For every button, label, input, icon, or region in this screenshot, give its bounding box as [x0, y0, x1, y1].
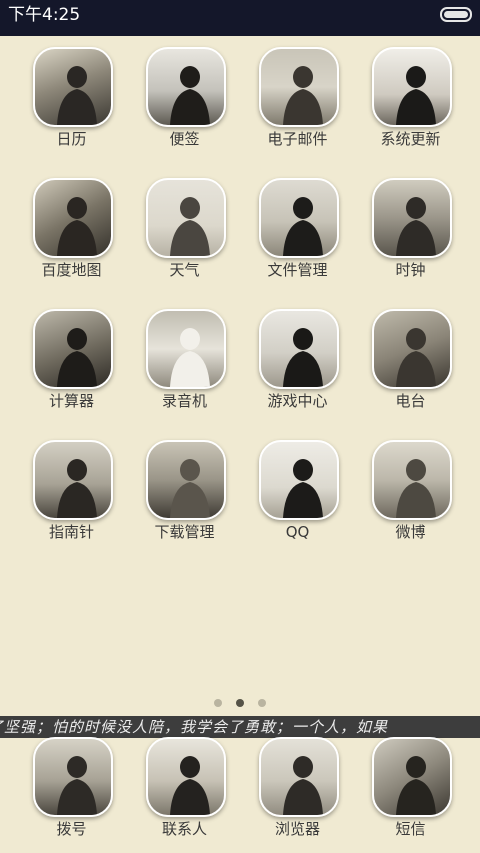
app-label: 计算器: [48, 392, 94, 410]
notes-icon[interactable]: [146, 47, 226, 127]
grid-app-9[interactable]: 录音机: [128, 299, 241, 419]
page-dot-3[interactable]: [258, 699, 266, 707]
battery-level-fill: [444, 11, 468, 18]
weather-icon[interactable]: [146, 178, 226, 258]
app-label: 短信: [395, 820, 426, 838]
grid-app-6[interactable]: 文件管理: [241, 168, 354, 288]
weibo-icon[interactable]: [372, 440, 452, 520]
system-update-icon[interactable]: [372, 47, 452, 127]
page-dot-1[interactable]: [214, 699, 222, 707]
app-label: 电子邮件: [267, 130, 328, 148]
app-label: 拨号: [56, 820, 87, 838]
grid-app-8[interactable]: 计算器: [15, 299, 128, 419]
app-label: 微博: [395, 523, 426, 541]
recorder-icon[interactable]: [146, 309, 226, 389]
status-bar: 下午4:25: [0, 0, 480, 36]
grid-app-11[interactable]: 电台: [354, 299, 467, 419]
grid-app-15[interactable]: 微博: [354, 430, 467, 550]
app-label: 日历: [56, 130, 87, 148]
status-time: 下午4:25: [8, 5, 81, 25]
contacts-icon[interactable]: [146, 737, 226, 817]
grid-app-2[interactable]: 电子邮件: [241, 37, 354, 157]
app-label: QQ: [285, 523, 310, 541]
app-label: 百度地图: [41, 261, 102, 279]
app-label: 时钟: [395, 261, 426, 279]
grid-app-14[interactable]: QQ: [241, 430, 354, 550]
file-manager-icon[interactable]: [259, 178, 339, 258]
dialer-icon[interactable]: [33, 737, 113, 817]
app-label: 浏览器: [274, 820, 320, 838]
qq-icon[interactable]: [259, 440, 339, 520]
battery-icon: [440, 7, 472, 22]
grid-app-0[interactable]: 日历: [15, 37, 128, 157]
download-manager-icon[interactable]: [146, 440, 226, 520]
page-dot-2[interactable]: [236, 699, 244, 707]
app-label: 电台: [395, 392, 426, 410]
app-label: 游戏中心: [267, 392, 328, 410]
app-label: 天气: [169, 261, 200, 279]
page-indicator: [0, 699, 480, 709]
app-label: 下载管理: [154, 523, 215, 541]
calculator-icon[interactable]: [33, 309, 113, 389]
grid-app-10[interactable]: 游戏中心: [241, 299, 354, 419]
app-label: 录音机: [161, 392, 207, 410]
browser-icon[interactable]: [259, 737, 339, 817]
app-label: 文件管理: [267, 261, 328, 279]
app-label: 联系人: [161, 820, 207, 838]
grid-app-5[interactable]: 天气: [128, 168, 241, 288]
radio-icon[interactable]: [372, 309, 452, 389]
app-label: 便签: [169, 130, 200, 148]
clock-icon[interactable]: [372, 178, 452, 258]
messages-icon[interactable]: [372, 737, 452, 817]
grid-app-13[interactable]: 下载管理: [128, 430, 241, 550]
grid-app-7[interactable]: 时钟: [354, 168, 467, 288]
calendar-icon[interactable]: [33, 47, 113, 127]
grid-app-1[interactable]: 便签: [128, 37, 241, 157]
game-center-icon[interactable]: [259, 309, 339, 389]
grid-app-3[interactable]: 系统更新: [354, 37, 467, 157]
grid-app-12[interactable]: 指南针: [15, 430, 128, 550]
baidu-map-icon[interactable]: [33, 178, 113, 258]
app-label: 指南针: [48, 523, 94, 541]
email-icon[interactable]: [259, 47, 339, 127]
app-label: 系统更新: [380, 130, 441, 148]
grid-app-4[interactable]: 百度地图: [15, 168, 128, 288]
dock-app-1[interactable]: 联系人: [128, 727, 241, 838]
dock-app-0[interactable]: 拨号: [15, 727, 128, 838]
dock-app-2[interactable]: 浏览器: [241, 727, 354, 838]
dock-app-3[interactable]: 短信: [354, 727, 467, 838]
compass-icon[interactable]: [33, 440, 113, 520]
